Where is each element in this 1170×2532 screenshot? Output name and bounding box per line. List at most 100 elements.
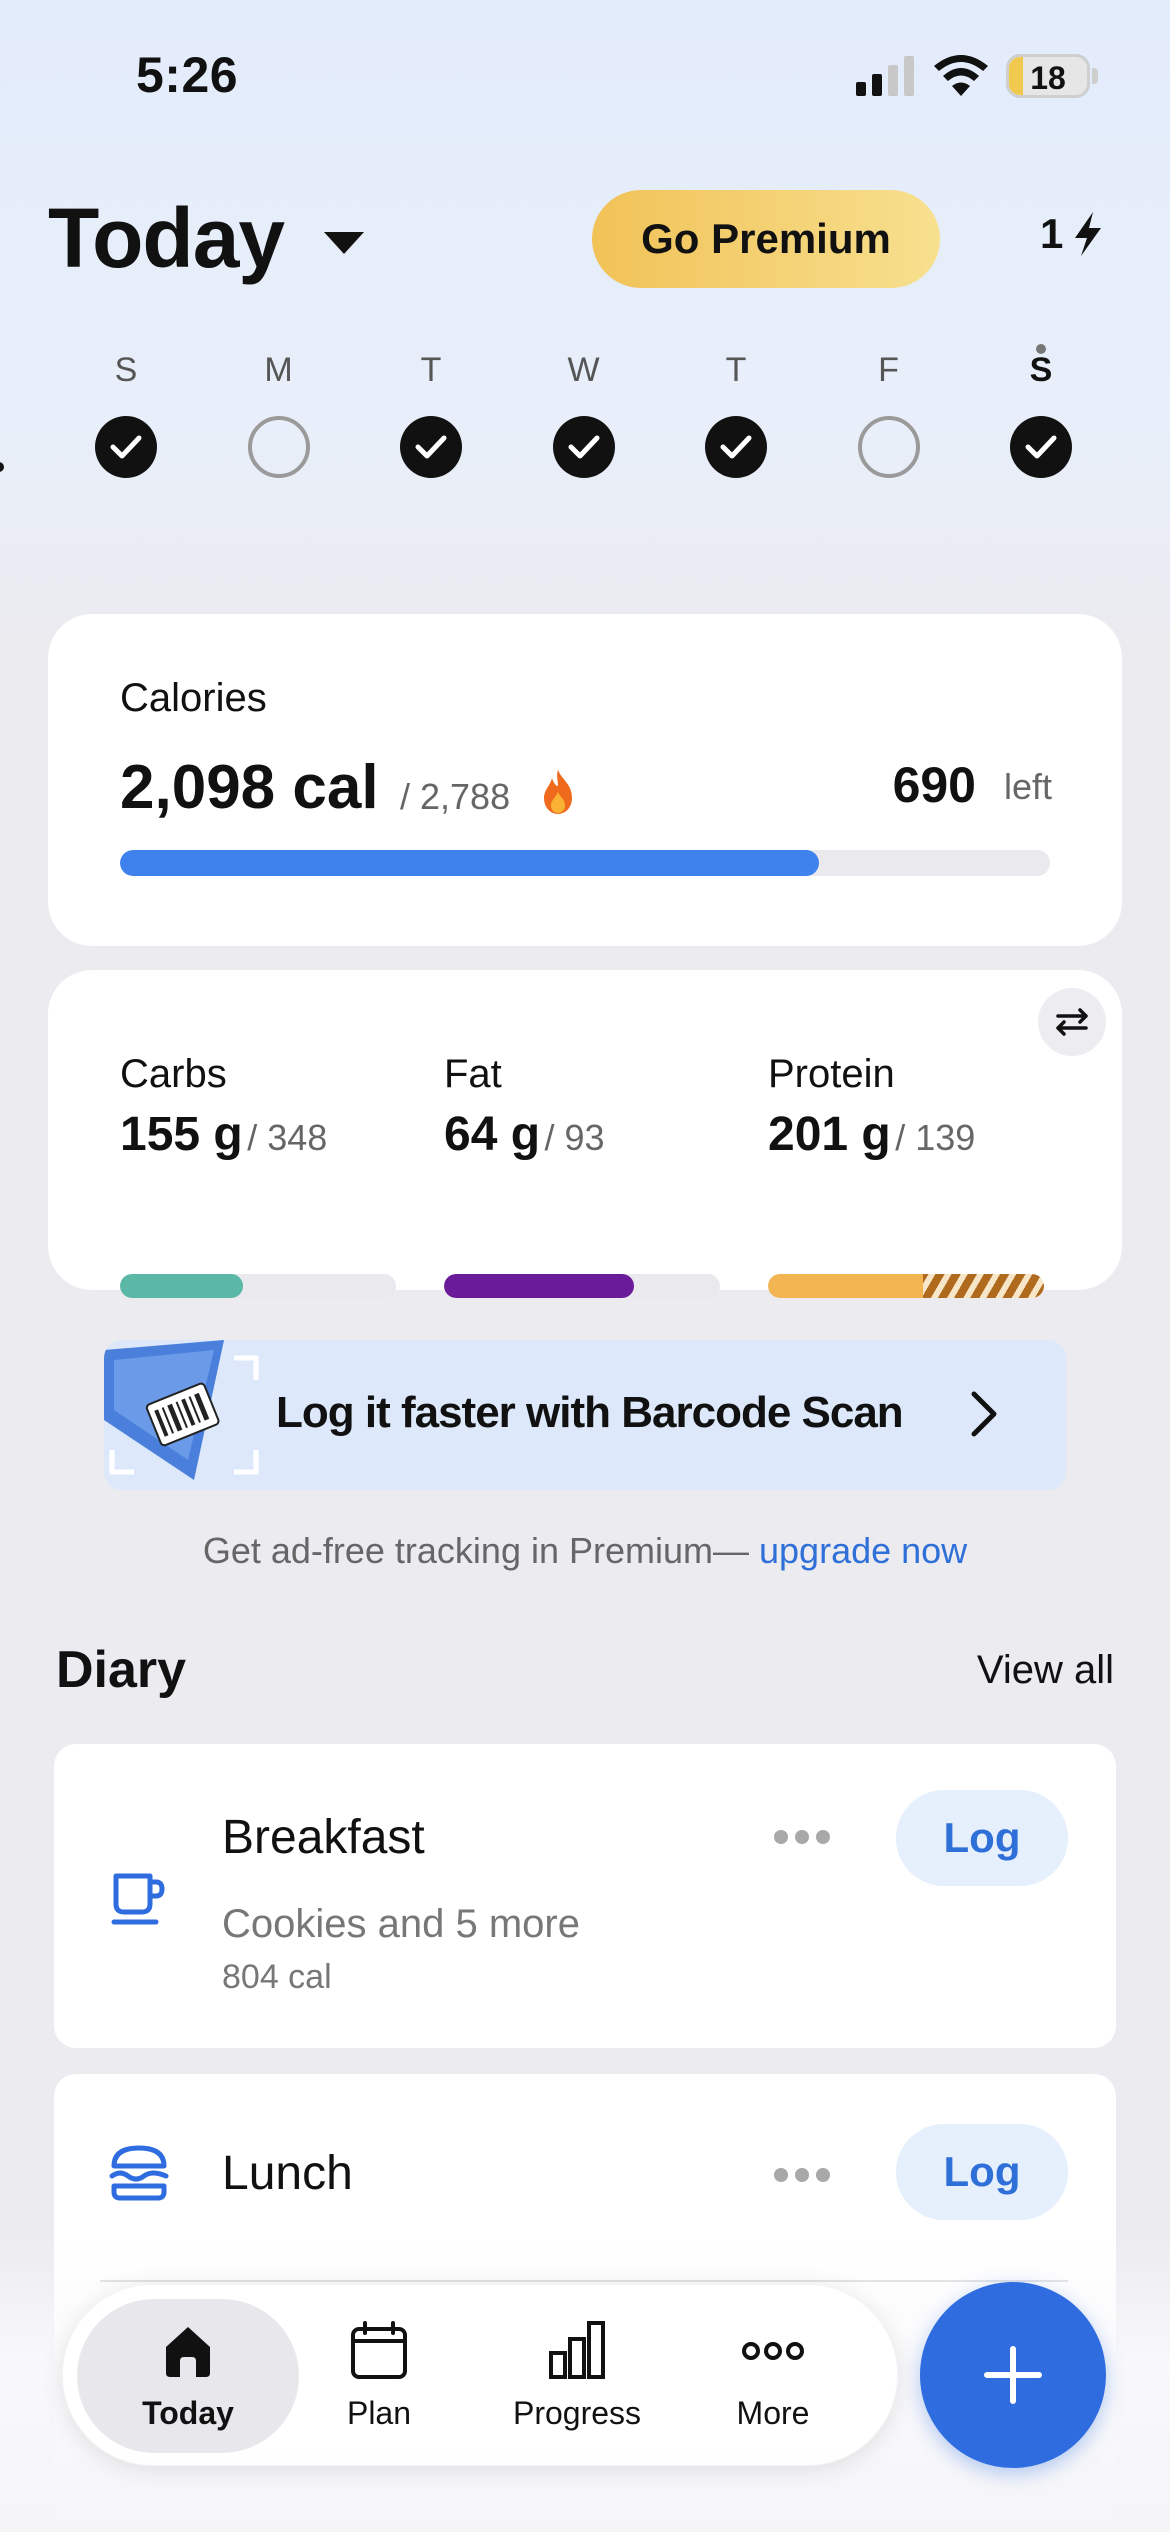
macro-goal: / 93 — [544, 1117, 605, 1158]
streak-count: 1 — [1040, 210, 1064, 257]
tab-bar: Today Plan Progress More — [62, 2284, 898, 2466]
week-strip: SMTWTFS — [76, 344, 1076, 510]
macro-value: 155 g — [120, 1108, 243, 1161]
swap-view-button[interactable] — [1038, 988, 1106, 1056]
calories-remaining: 690 — [892, 757, 976, 813]
streak-counter[interactable]: 1 — [1040, 210, 1103, 258]
tab-more[interactable]: More — [673, 2299, 873, 2453]
wifi-icon — [934, 55, 988, 96]
tab-progress[interactable]: Progress — [477, 2299, 677, 2453]
view-all-link[interactable]: View all — [977, 1648, 1114, 1693]
status-time: 5:26 — [136, 47, 239, 103]
macro-value-row: 201 g / 139 — [768, 1107, 1048, 1162]
breakfast-card[interactable]: Breakfast Cookies and 5 more 804 cal Log — [54, 1744, 1116, 2048]
cellular-signal-icon — [856, 56, 914, 96]
macro-progress-track — [444, 1274, 720, 1298]
day-empty-circle — [247, 416, 310, 478]
check-icon — [1025, 435, 1057, 459]
macro-progress-track — [768, 1274, 1044, 1298]
fire-icon — [544, 770, 572, 814]
day-column[interactable]: S — [991, 344, 1091, 478]
tab-label: Today — [142, 2395, 234, 2431]
bolt-icon — [1075, 212, 1102, 256]
day-complete-check — [400, 416, 462, 478]
macro-name: Fat — [444, 1052, 502, 1096]
page-title[interactable]: Today — [48, 190, 285, 287]
macro-progress-track — [120, 1274, 396, 1298]
battery-percent: 18 — [1030, 60, 1066, 96]
meal-calories: 804 cal — [222, 1958, 332, 1996]
macro-over-goal-fill — [922, 1274, 1044, 1298]
day-label: M — [264, 351, 293, 389]
upgrade-now-link[interactable]: upgrade now — [759, 1530, 967, 1571]
calendar-icon — [351, 2321, 407, 2379]
swap-arrows-icon — [1056, 1008, 1088, 1036]
day-label: T — [725, 351, 747, 389]
macro-name: Carbs — [120, 1052, 227, 1096]
macro-progress-fill — [444, 1274, 634, 1298]
today-indicator — [1036, 344, 1046, 354]
home-icon — [166, 2327, 210, 2377]
promo-text: Get ad-free tracking in Premium— — [202, 1530, 760, 1571]
tab-today[interactable]: Today — [77, 2299, 299, 2453]
check-icon — [720, 435, 752, 459]
more-options-icon[interactable] — [774, 1830, 830, 1846]
tab-label: Plan — [346, 2395, 412, 2431]
macro-value-row: 64 g / 93 — [444, 1107, 724, 1162]
burger-icon — [109, 2145, 169, 2201]
day-label: W — [567, 351, 600, 389]
add-entry-button[interactable] — [920, 2282, 1106, 2468]
day-column[interactable]: S — [76, 350, 176, 478]
tab-label: More — [736, 2395, 810, 2431]
macro-goal: / 348 — [247, 1117, 328, 1158]
more-dots-icon — [742, 2342, 804, 2360]
day-label: T — [420, 351, 442, 389]
plus-icon — [984, 2346, 1042, 2404]
macro-protein: Protein 201 g / 139 — [768, 1052, 1048, 1298]
meal-name: Lunch — [222, 2147, 353, 2200]
barcode-scan-illustration — [104, 1340, 259, 1480]
barcode-scan-banner[interactable]: Log it faster with Barcode Scan — [104, 1340, 1066, 1490]
go-premium-button[interactable]: Go Premium — [592, 190, 940, 288]
macro-fat: Fat 64 g / 93 — [444, 1052, 724, 1298]
calories-remaining-label: left — [1003, 766, 1052, 807]
calories-progress-fill — [120, 850, 820, 876]
day-column[interactable]: M — [229, 350, 329, 478]
macro-value: 201 g — [768, 1108, 891, 1161]
calories-card[interactable]: Calories 2,098 cal / 2,788 690 left — [48, 614, 1122, 946]
macro-goal: / 139 — [895, 1117, 976, 1158]
chevron-right-icon — [971, 1391, 997, 1437]
calories-consumed: 2,098 cal — [120, 753, 379, 822]
day-label: S — [114, 351, 138, 389]
log-breakfast-button[interactable]: Log — [896, 1790, 1068, 1886]
battery-icon: 18 — [1006, 54, 1090, 98]
caret-down-icon[interactable] — [324, 232, 364, 254]
tab-plan[interactable]: Plan — [279, 2299, 479, 2453]
check-icon — [110, 435, 142, 459]
macros-card[interactable]: Carbs 155 g / 348 Fat 64 g / 93 Protein 201 g… — [48, 970, 1122, 1298]
day-column[interactable]: W — [534, 350, 634, 478]
check-icon — [568, 435, 599, 459]
calories-goal: / 2,788 — [400, 776, 511, 817]
day-empty-circle — [857, 416, 920, 478]
day-complete-check — [552, 416, 615, 478]
day-label: S — [1029, 351, 1053, 389]
macro-name: Protein — [768, 1052, 895, 1096]
day-column[interactable]: F — [839, 350, 939, 478]
day-column[interactable]: T — [686, 350, 786, 478]
day-complete-check — [705, 416, 767, 478]
day-complete-check — [1010, 416, 1072, 478]
macro-progress-fill — [120, 1274, 243, 1298]
macro-value-row: 155 g / 348 — [120, 1107, 400, 1162]
calories-label: Calories — [120, 676, 267, 720]
check-icon — [415, 435, 447, 459]
more-options-icon[interactable] — [774, 2168, 830, 2184]
coffee-cup-icon — [111, 1873, 165, 1925]
day-column[interactable]: T — [381, 350, 481, 478]
edge-indicator — [0, 462, 4, 472]
log-lunch-button[interactable]: Log — [896, 2124, 1068, 2220]
calories-progress-track — [120, 850, 1050, 876]
macro-value: 64 g — [444, 1108, 541, 1161]
meal-items: Cookies and 5 more — [222, 1902, 580, 1946]
day-complete-check — [95, 416, 157, 478]
